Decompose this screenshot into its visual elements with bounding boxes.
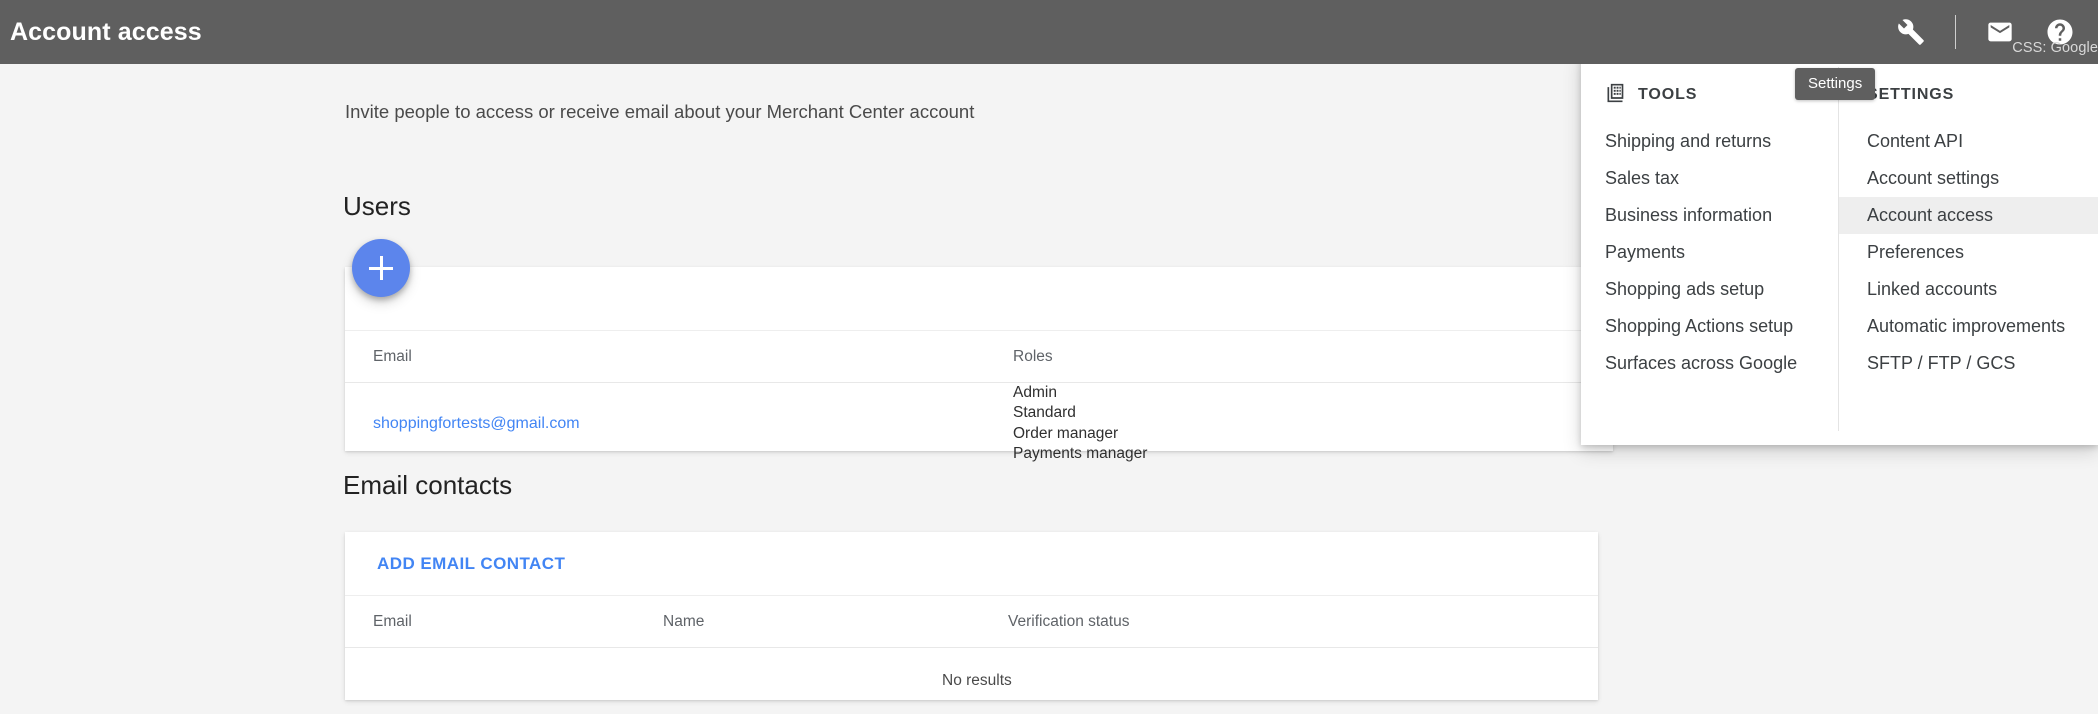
contacts-column-name: Name (663, 612, 705, 630)
plus-icon (379, 256, 383, 280)
contacts-table-header: Email Name Verification status (345, 596, 1598, 648)
menu-item-shopping-actions-setup[interactable]: Shopping Actions setup (1581, 308, 1839, 345)
user-roles-cell: Admin Standard Order manager Payments ma… (985, 383, 1545, 465)
menu-item-surfaces-across-google[interactable]: Surfaces across Google (1581, 345, 1839, 382)
users-section-title: Users (343, 191, 411, 221)
menu-item-sftp-ftp-gcs[interactable]: SFTP / FTP / GCS (1839, 345, 2098, 382)
menu-item-linked-accounts[interactable]: Linked accounts (1839, 271, 2098, 308)
contacts-card-actionbar: ADD EMAIL CONTACT (345, 532, 1598, 596)
menu-item-business-information[interactable]: Business information (1581, 197, 1839, 234)
page-title: Account access (10, 17, 202, 46)
role-item: Admin (1013, 384, 1057, 401)
menu-item-automatic-improvements[interactable]: Automatic improvements (1839, 308, 2098, 345)
settings-menu-column: SETTINGS Content API Account settings Ac… (1839, 53, 2098, 445)
table-row[interactable]: shoppingfortests@gmail.com Admin Standar… (345, 383, 1613, 465)
menu-item-account-settings[interactable]: Account settings (1839, 160, 2098, 197)
email-contacts-section-title: Email contacts (343, 470, 513, 500)
users-card: Email Roles shoppingfortests@gmail.com A… (345, 267, 1613, 462)
menu-item-preferences[interactable]: Preferences (1839, 234, 2098, 271)
tools-settings-menu: TOOLS Shipping and returns Sales tax Bus… (1581, 53, 2098, 445)
grid-icon (1605, 83, 1625, 108)
app-bar: Account access CSS: Google (0, 0, 2098, 64)
user-email-cell: shoppingfortests@gmail.com (345, 415, 985, 433)
tools-menu-column: TOOLS Shipping and returns Sales tax Bus… (1581, 53, 1839, 445)
role-item: Order manager (1013, 424, 1119, 442)
menu-item-content-api[interactable]: Content API (1839, 123, 2098, 160)
users-column-email: Email (373, 347, 412, 365)
contacts-empty-state: No results (942, 672, 1012, 689)
email-contacts-card: ADD EMAIL CONTACT Email Name Verificatio… (345, 532, 1598, 700)
user-email-link[interactable]: shoppingfortests@gmail.com (373, 415, 580, 432)
add-user-button[interactable] (352, 239, 410, 297)
menu-item-sales-tax[interactable]: Sales tax (1581, 160, 1839, 197)
appbar-divider (1955, 15, 1956, 49)
contacts-column-email: Email (373, 612, 412, 630)
settings-menu-header: SETTINGS (1839, 75, 2098, 115)
contacts-column-verification-status: Verification status (1008, 612, 1130, 630)
menu-item-shopping-ads-setup[interactable]: Shopping ads setup (1581, 271, 1839, 308)
role-item: Payments manager (1013, 445, 1148, 463)
menu-item-payments[interactable]: Payments (1581, 234, 1839, 271)
wrench-icon[interactable] (1887, 8, 1935, 56)
tools-menu-header-label: TOOLS (1638, 86, 1698, 103)
menu-item-account-access[interactable]: Account access (1839, 197, 2098, 234)
intro-text: Invite people to access or receive email… (345, 101, 975, 122)
role-item: Standard (1013, 404, 1076, 422)
add-email-contact-button[interactable]: ADD EMAIL CONTACT (373, 548, 569, 580)
users-table-header: Email Roles (345, 331, 1613, 383)
css-account-label: CSS: Google (2012, 40, 2098, 56)
settings-menu-header-label: SETTINGS (1867, 86, 1955, 103)
menu-item-shipping-and-returns[interactable]: Shipping and returns (1581, 123, 1839, 160)
tools-menu-list: Shipping and returns Sales tax Business … (1581, 123, 1839, 382)
settings-tooltip: Settings (1795, 68, 1876, 100)
users-card-actionbar (345, 267, 1613, 331)
users-column-roles: Roles (1013, 347, 1053, 365)
settings-menu-list: Content API Account settings Account acc… (1839, 123, 2098, 382)
